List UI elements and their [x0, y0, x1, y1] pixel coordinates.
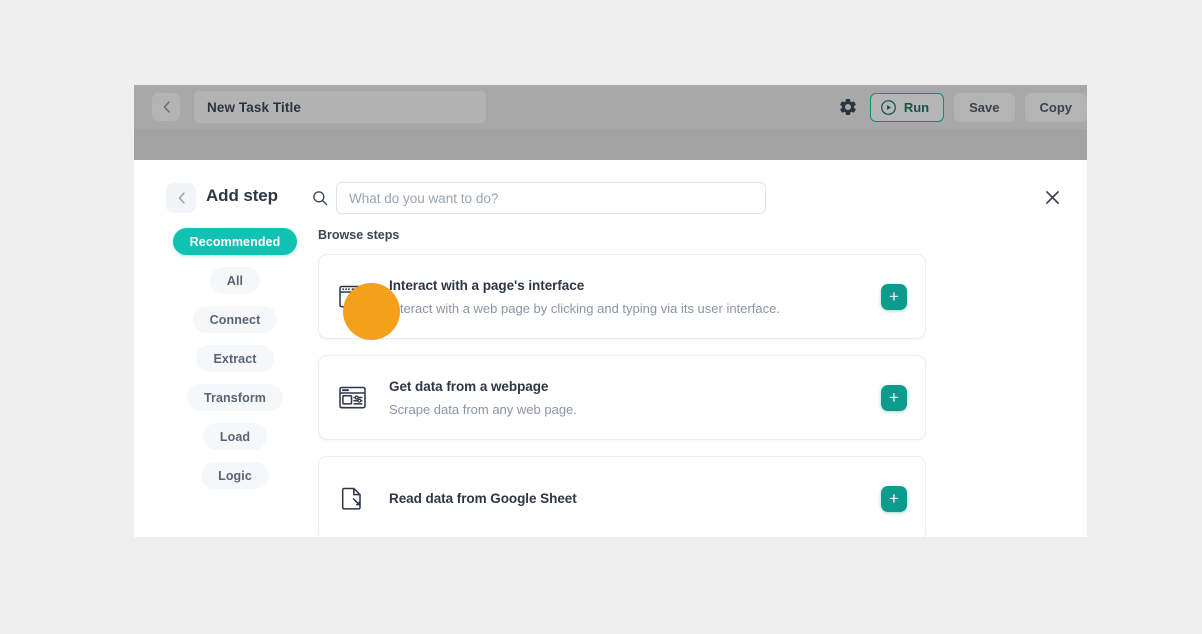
- search-input[interactable]: [336, 182, 766, 214]
- sidebar-item-connect[interactable]: Connect: [192, 306, 278, 333]
- step-title: Get data from a webpage: [389, 378, 549, 394]
- modal-header: Add step: [142, 160, 1087, 228]
- chevron-left-icon: [163, 101, 170, 113]
- step-text-block: Read data from Google Sheet: [389, 491, 881, 506]
- modal-title: Add step: [206, 186, 278, 205]
- copy-button[interactable]: Copy: [1024, 92, 1087, 122]
- save-button[interactable]: Save: [954, 92, 1015, 122]
- task-title-text: New Task Title: [207, 99, 301, 115]
- gear-icon: [840, 98, 856, 116]
- step-card-get-data-from-webpage[interactable]: Get data from a webpage Scrape data from…: [318, 355, 926, 440]
- top-toolbar: New Task Title Run Save Copy: [134, 85, 1087, 160]
- step-description: Interact with a web page by clicking and…: [389, 300, 780, 316]
- app-window: New Task Title Run Save Copy Add step Wh…: [134, 85, 1087, 537]
- modal-body: Recommended All Connect Extract Transfor…: [142, 228, 1087, 537]
- modal-back-button[interactable]: [166, 183, 196, 213]
- step-text-block: Get data from a webpage Scrape data from…: [389, 379, 881, 417]
- toolbar-back-button[interactable]: [152, 93, 180, 121]
- sidebar-item-recommended[interactable]: Recommended: [172, 228, 298, 255]
- step-card-read-google-sheet[interactable]: Read data from Google Sheet +: [318, 456, 926, 537]
- category-sidebar: Recommended All Connect Extract Transfor…: [160, 228, 310, 501]
- run-button-label: Run: [903, 99, 930, 115]
- close-button[interactable]: [1039, 184, 1065, 210]
- add-step-button[interactable]: +: [881, 384, 907, 411]
- step-title: Read data from Google Sheet: [389, 491, 577, 506]
- step-description: Scrape data from any web page.: [389, 401, 577, 417]
- browser-data-icon: [337, 383, 367, 413]
- add-step-button[interactable]: +: [881, 485, 907, 512]
- step-text-block: Interact with a page's interface Interac…: [389, 278, 881, 316]
- run-button[interactable]: Run: [869, 92, 945, 122]
- task-title-input[interactable]: New Task Title: [194, 91, 486, 123]
- sidebar-item-transform[interactable]: Transform: [186, 384, 284, 411]
- document-icon: [337, 484, 367, 514]
- step-title: Interact with a page's interface: [389, 277, 585, 293]
- chevron-left-icon: [178, 192, 185, 204]
- browser-cursor-icon: [337, 282, 367, 312]
- settings-button[interactable]: [838, 97, 858, 117]
- sidebar-item-load[interactable]: Load: [202, 423, 268, 450]
- step-card-interact-with-page[interactable]: Interact with a page's interface Interac…: [318, 254, 926, 339]
- sidebar-item-all[interactable]: All: [209, 267, 261, 294]
- toolbar-dim-strip: [134, 129, 1087, 160]
- close-icon: [1045, 190, 1059, 204]
- sidebar-item-logic[interactable]: Logic: [201, 462, 269, 489]
- sidebar-item-extract[interactable]: Extract: [196, 345, 274, 372]
- add-step-button[interactable]: +: [881, 283, 907, 310]
- play-circle-icon: [880, 99, 896, 115]
- search-icon: [312, 190, 328, 206]
- browse-steps-label: Browse steps: [318, 228, 400, 242]
- add-step-modal: Add step Recommended All Connect Ex: [142, 160, 1087, 537]
- step-list: Browse steps Interact with a page's inte…: [318, 228, 1087, 537]
